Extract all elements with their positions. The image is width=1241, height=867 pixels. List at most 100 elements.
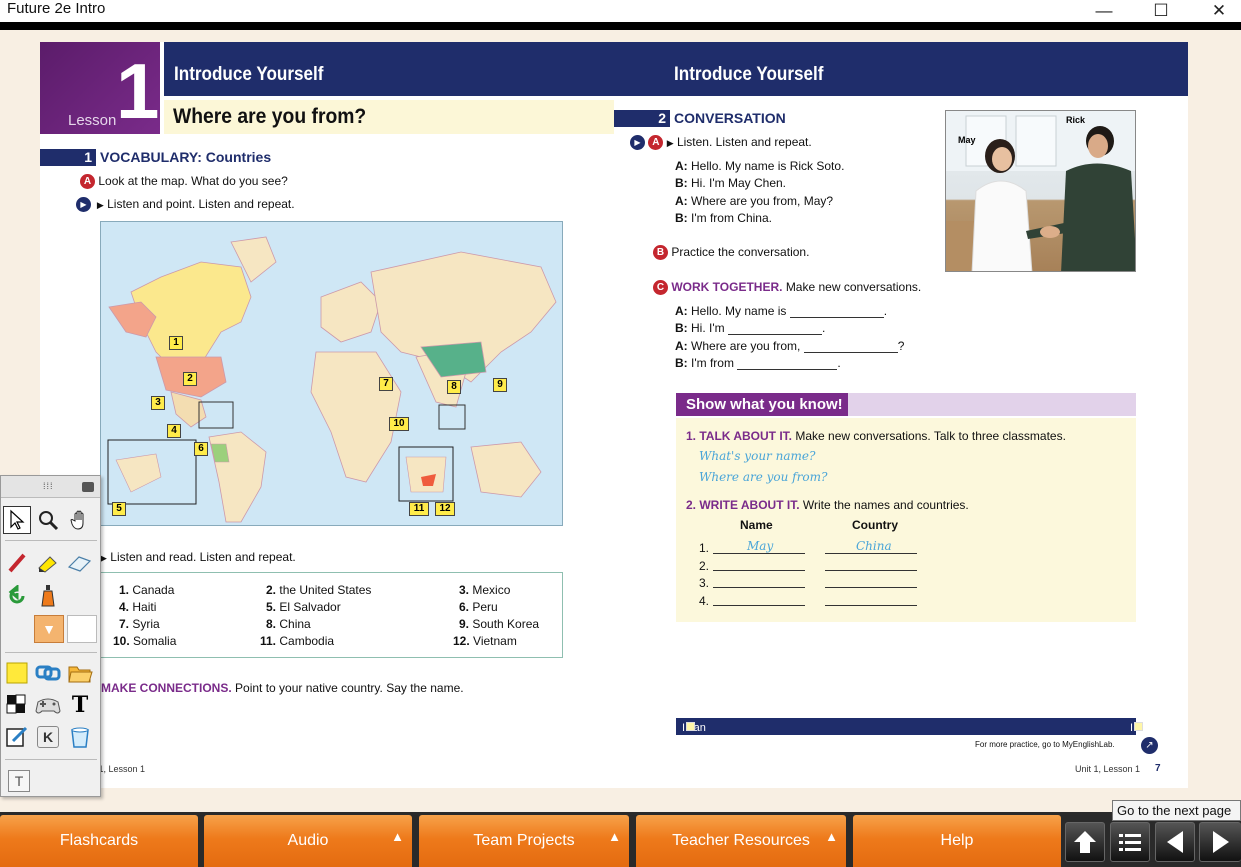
undo-icon[interactable] bbox=[3, 582, 31, 610]
name-line[interactable] bbox=[713, 570, 805, 571]
lesson-subtitle: Where are you from? bbox=[173, 105, 367, 128]
right-header-title: Introduce Yourself bbox=[674, 64, 824, 85]
work-line: A: Where are you from, ? bbox=[675, 339, 905, 353]
listen-read-text: Listen and read. Listen and repeat. bbox=[110, 550, 296, 564]
highlighter-icon[interactable] bbox=[34, 549, 62, 577]
hand-pan-icon[interactable] bbox=[66, 506, 94, 534]
myenglishlab-link-icon[interactable]: ↗ bbox=[1141, 737, 1158, 754]
maximize-button[interactable]: ☐ bbox=[1132, 0, 1190, 22]
annotation-toolbox[interactable]: ⁞⁞⁞ ▼ T K T bbox=[0, 475, 101, 797]
toolbar-divider bbox=[0, 22, 1241, 30]
dialog-line: A: Hello. My name is Rick Soto. bbox=[675, 159, 845, 173]
checkbox-icon[interactable] bbox=[1134, 722, 1143, 731]
world-map[interactable]: 1 2 3 4 5 6 7 8 9 10 11 12 bbox=[100, 221, 563, 526]
map-label-5: 5 bbox=[112, 502, 126, 516]
zoom-magnifier-icon[interactable] bbox=[34, 506, 62, 534]
step-a-badge: A bbox=[648, 135, 664, 151]
map-label-12: 12 bbox=[435, 502, 455, 516]
work-together-text: Make new conversations. bbox=[785, 280, 922, 294]
minimize-button[interactable]: — bbox=[1075, 0, 1133, 22]
step-c-badge: C bbox=[653, 280, 668, 296]
color-dropdown-icon[interactable]: ▼ bbox=[34, 615, 64, 643]
handwritten-question-1: What's your name? bbox=[699, 449, 816, 463]
row-number: 1. bbox=[699, 541, 710, 555]
make-connections-head: MAKE CONNECTIONS. bbox=[101, 681, 232, 695]
audio-play-icon[interactable]: ▶ bbox=[76, 197, 91, 213]
spray-bottle-icon[interactable] bbox=[34, 582, 62, 610]
listen-point-row: ▶ ▶ Listen and point. Listen and repeat. bbox=[76, 197, 295, 213]
dialog-line: B: Hi. I'm May Chen. bbox=[675, 176, 786, 190]
talk-about-it-head: 1. TALK ABOUT IT. bbox=[686, 429, 792, 443]
dialog-line: A: Where are you from, May? bbox=[675, 194, 834, 208]
country-line[interactable] bbox=[825, 570, 917, 571]
text-tool-icon[interactable]: T bbox=[66, 691, 94, 719]
map-label-11: 11 bbox=[409, 502, 429, 516]
play-triangle-icon: ▶ bbox=[100, 553, 107, 563]
eraser-icon[interactable] bbox=[66, 549, 94, 577]
fill-blank bbox=[737, 359, 838, 370]
teacher-resources-button[interactable]: Teacher Resources ▲ bbox=[636, 815, 846, 867]
vocabulary-section-head: 1 VOCABULARY: Countries bbox=[40, 148, 271, 166]
previous-page-icon[interactable] bbox=[1155, 822, 1195, 862]
checkbox-icon[interactable] bbox=[686, 722, 695, 731]
make-connections-row: MAKE CONNECTIONS. Point to your native c… bbox=[101, 681, 464, 695]
handwritten-name: May bbox=[747, 539, 774, 553]
table-of-contents-icon[interactable] bbox=[1110, 822, 1150, 862]
toolbox-drag-handle[interactable]: ⁞⁞⁞ bbox=[1, 476, 100, 498]
fill-blank bbox=[727, 324, 822, 335]
menu-up-arrow-icon: ▲ bbox=[608, 829, 621, 844]
edit-pencil-icon[interactable] bbox=[3, 723, 31, 751]
sticky-note-icon[interactable] bbox=[3, 659, 31, 687]
section-title: VOCABULARY: Countries bbox=[100, 149, 272, 165]
close-button[interactable]: ✕ bbox=[1190, 0, 1241, 22]
folder-icon[interactable] bbox=[66, 659, 94, 687]
name-line[interactable] bbox=[713, 605, 805, 606]
audio-button[interactable]: Audio ▲ bbox=[204, 815, 412, 867]
flashcards-button[interactable]: Flashcards bbox=[0, 815, 198, 867]
word-item: 7. Syria bbox=[119, 617, 160, 631]
help-button[interactable]: Help bbox=[853, 815, 1061, 867]
toolbox-separator bbox=[5, 652, 97, 653]
mask-tool-icon[interactable] bbox=[3, 691, 31, 719]
row-number: 2. bbox=[699, 559, 710, 573]
work-together-head: WORK TOGETHER. bbox=[671, 280, 783, 294]
play-triangle-icon: ▶ bbox=[666, 138, 674, 148]
column-name-header: Name bbox=[740, 518, 773, 532]
name-line[interactable] bbox=[713, 587, 805, 588]
country-line[interactable] bbox=[825, 553, 917, 554]
write-about-it-head: 2. WRITE ABOUT IT. bbox=[686, 498, 800, 512]
color-swatch[interactable] bbox=[67, 615, 97, 643]
link-icon[interactable] bbox=[34, 659, 62, 687]
bucket-icon[interactable] bbox=[66, 723, 94, 751]
country-line[interactable] bbox=[825, 605, 917, 606]
name-line[interactable] bbox=[713, 553, 805, 554]
conv-c-row: C WORK TOGETHER. Make new conversations. bbox=[653, 280, 922, 296]
pen-icon[interactable] bbox=[3, 549, 31, 577]
next-page-icon[interactable] bbox=[1199, 822, 1241, 862]
home-up-icon[interactable] bbox=[1065, 822, 1105, 862]
left-header-title: Introduce Yourself bbox=[174, 64, 324, 85]
right-page-header: Introduce Yourself bbox=[614, 42, 1188, 96]
section-number: 1 bbox=[40, 148, 96, 166]
self-assessment-bar: I can introduce myself. I need more prac… bbox=[676, 718, 1172, 758]
gamepad-icon[interactable] bbox=[34, 691, 62, 719]
section-number: 2 bbox=[614, 109, 670, 127]
key-k-icon[interactable]: K bbox=[34, 723, 62, 751]
left-page-header: Introduce Yourself bbox=[164, 42, 614, 96]
work-line: B: I'm from . bbox=[675, 356, 841, 370]
page-number: 7 bbox=[1155, 763, 1161, 774]
country-line[interactable] bbox=[825, 587, 917, 588]
team-projects-button[interactable]: Team Projects ▲ bbox=[419, 815, 629, 867]
map-label-4: 4 bbox=[167, 424, 181, 438]
audio-play-icon[interactable]: ▶ bbox=[630, 135, 645, 151]
fill-blank bbox=[803, 342, 898, 353]
map-label-9: 9 bbox=[493, 378, 507, 392]
select-arrow-icon[interactable] bbox=[3, 506, 31, 534]
collapse-icon[interactable] bbox=[82, 482, 94, 492]
conversation-photo: May Rick bbox=[945, 110, 1136, 272]
text-box-icon[interactable]: T bbox=[5, 767, 33, 795]
write-about-it-text: Write the names and countries. bbox=[802, 498, 969, 512]
conv-a-row: ▶ A ▶ Listen. Listen and repeat. bbox=[630, 135, 812, 151]
handwritten-country: China bbox=[856, 539, 892, 553]
word-item: 10. Somalia bbox=[113, 634, 177, 648]
